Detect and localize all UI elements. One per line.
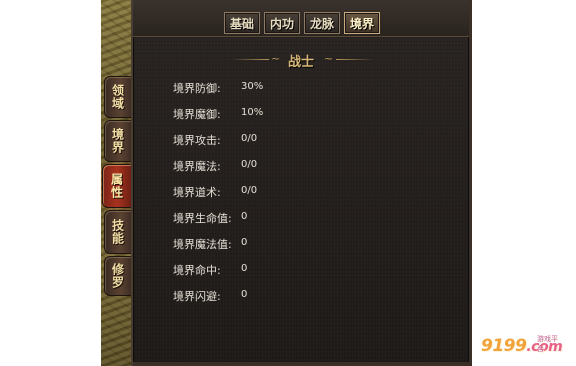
stat-value: 0/0 bbox=[241, 133, 258, 144]
tab-inner-power[interactable]: 内功 bbox=[264, 12, 301, 34]
side-tab-domain[interactable]: 领域 bbox=[104, 76, 131, 118]
side-tab-label: 技能 bbox=[110, 219, 125, 245]
stat-value: 30% bbox=[241, 81, 264, 92]
side-tab-realm[interactable]: 境界 bbox=[104, 120, 131, 162]
panel-bottom-border bbox=[133, 362, 469, 366]
side-tab-label: 境界 bbox=[110, 128, 125, 154]
side-tab-asura[interactable]: 修罗 bbox=[104, 256, 131, 296]
stat-label: 境界生命值: bbox=[173, 212, 232, 225]
stat-label: 境界防御: bbox=[173, 82, 221, 95]
ornament-line-left bbox=[231, 59, 269, 60]
class-title: 战士 bbox=[287, 55, 314, 70]
stat-value: 10% bbox=[241, 107, 264, 118]
stat-value: 0/0 bbox=[241, 159, 258, 170]
stat-value: 0 bbox=[241, 237, 248, 248]
watermark-tagline: 游戏平台 bbox=[537, 335, 558, 353]
panel-top-bar: 基础 内功 龙脉 境界 bbox=[133, 0, 469, 37]
stat-label: 境界闪避: bbox=[173, 290, 221, 303]
game-character-window: 领域 境界 属性 技能 修罗 基础 内功 龙脉 境界 ~ 战士 ~ 境界防御: … bbox=[0, 0, 576, 366]
side-tab-label: 修罗 bbox=[110, 263, 125, 289]
side-tab-skills[interactable]: 技能 bbox=[104, 210, 131, 254]
stat-value: 0 bbox=[241, 211, 248, 222]
tab-basic[interactable]: 基础 bbox=[224, 12, 261, 34]
side-tab-label: 属性 bbox=[109, 173, 124, 199]
stat-value: 0 bbox=[241, 289, 248, 300]
side-tab-attributes[interactable]: 属性 bbox=[102, 164, 131, 208]
stat-label: 境界魔御: bbox=[173, 108, 221, 121]
stat-label: 境界命中: bbox=[173, 264, 221, 277]
ornament-swirl-right-icon: ~ bbox=[324, 52, 334, 65]
stat-value: 0 bbox=[241, 263, 248, 274]
stat-label: 境界魔法值: bbox=[173, 238, 232, 251]
ornament-line-right bbox=[336, 59, 374, 60]
site-watermark-logo: 9199.com 游戏平台 bbox=[481, 335, 563, 360]
stat-label: 境界攻击: bbox=[173, 134, 221, 147]
stat-label: 境界魔法: bbox=[173, 160, 221, 173]
class-header: ~ 战士 ~ bbox=[133, 50, 469, 70]
stat-label: 境界道术: bbox=[173, 186, 221, 199]
ornament-swirl-left-icon: ~ bbox=[271, 52, 281, 65]
tab-realm[interactable]: 境界 bbox=[344, 12, 381, 34]
stat-value: 0/0 bbox=[241, 185, 258, 196]
side-tab-label: 领域 bbox=[110, 84, 125, 110]
main-tab-bar: 基础 内功 龙脉 境界 bbox=[224, 12, 381, 34]
tab-dragon-vein[interactable]: 龙脉 bbox=[304, 12, 341, 34]
watermark-brand: 9199 bbox=[481, 336, 527, 356]
attribute-panel: 基础 内功 龙脉 境界 ~ 战士 ~ 境界防御: 30% 境界魔御: 10% 境 bbox=[131, 0, 472, 366]
